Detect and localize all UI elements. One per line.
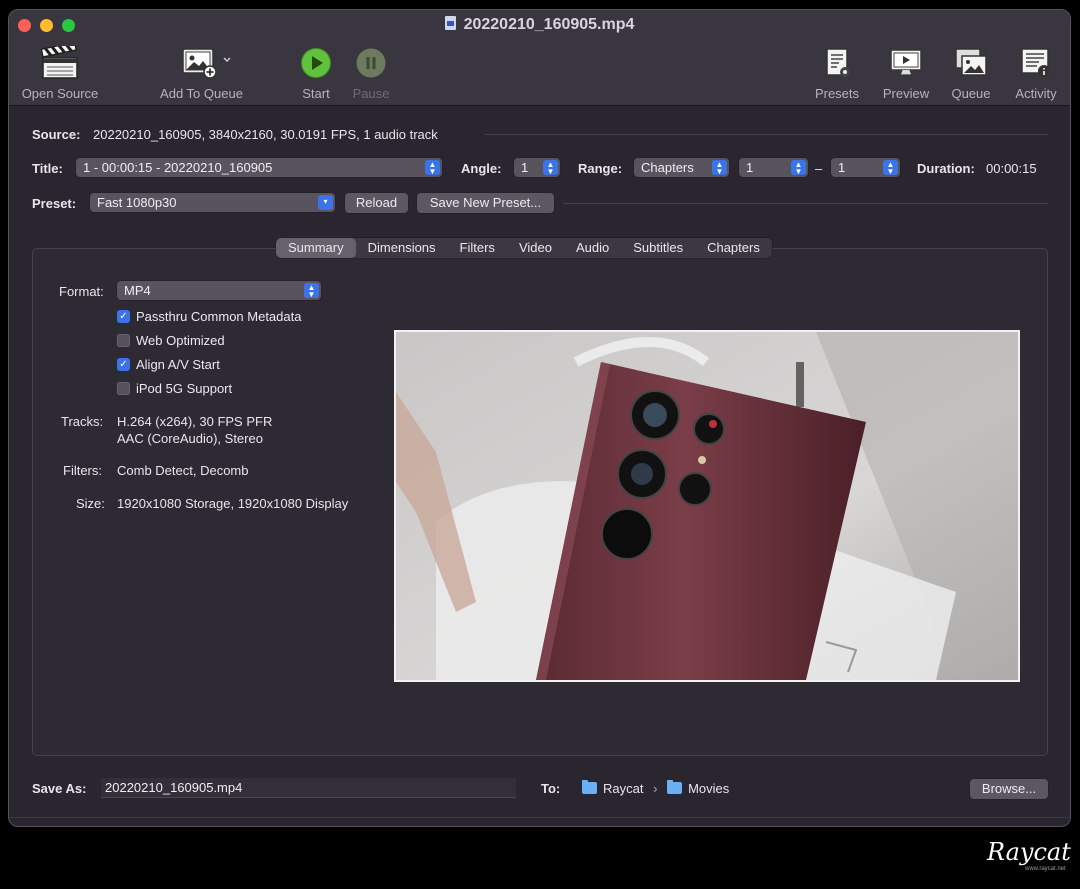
range-separator: – [815,161,823,176]
play-icon [291,46,341,80]
activity-log-icon [1009,46,1063,80]
size-label: Size: [76,496,105,511]
video-preview-image[interactable] [394,330,1020,682]
range-end-select[interactable]: 1 ▲ ▼ [831,158,900,177]
start-button[interactable]: Start [291,46,341,101]
stacked-photos-icon [945,46,997,80]
passthru-metadata-checkbox[interactable]: ✓ Passthru Common Metadata [117,309,301,324]
title-select[interactable]: 1 - 00:00:15 - 20220210_160905 ▲ ▼ [76,158,442,177]
preset-label: Preset: [32,196,77,211]
folder-icon [667,780,683,794]
folder-icon [582,780,597,794]
checkmark-icon: ✓ [117,358,130,371]
toolbar: 20220210_160905.mp4 Open Source Add To Q… [9,10,1070,106]
web-optimized-checkbox[interactable]: Web Optimized [117,333,225,348]
updown-arrows-icon: ▲ ▼ [791,160,806,176]
save-as-input[interactable]: 20220210_160905.mp4 [101,778,516,798]
destination-path[interactable]: Raycat › Movies [582,780,729,796]
monitor-icon [877,46,935,80]
format-select[interactable]: MP4 ▲ ▼ [117,281,321,300]
updown-arrows-icon: ▲ ▼ [304,283,319,299]
range-label: Range: [578,161,623,176]
updown-arrows-icon: ▲ ▼ [883,160,898,176]
queue-button[interactable]: Queue [945,46,997,101]
source-value: 20220210_160905, 3840x2160, 30.0191 FPS,… [93,127,438,142]
updown-arrows-icon: ▲ ▼ [543,160,558,176]
filters-label: Filters: [63,463,102,478]
range-type-select[interactable]: Chapters ▲ ▼ [634,158,729,177]
add-photo-icon [149,46,254,80]
tracks-label: Tracks: [61,414,104,429]
save-as-label: Save As: [32,781,87,796]
source-label: Source: [32,127,81,142]
angle-select[interactable]: 1 ▲ ▼ [514,158,560,177]
watermark-url: www.raycat.net [1025,866,1066,872]
path-chevron-icon: › [653,781,658,796]
reload-button[interactable]: Reload [345,193,408,213]
duration-label: Duration: [917,161,975,176]
angle-label: Angle: [461,161,502,176]
tab-summary[interactable]: Summary [276,238,356,258]
presets-icon [809,46,865,80]
chevron-down-icon: ▾ [318,195,333,210]
title-label: Title: [32,161,63,176]
main-content: Source: 20220210_160905, 3840x2160, 30.0… [9,107,1070,826]
format-label: Format: [59,284,104,299]
tab-dimensions[interactable]: Dimensions [356,238,448,258]
size-value: 1920x1080 Storage, 1920x1080 Display [117,496,349,511]
preview-button[interactable]: Preview [877,46,935,101]
clapperboard-icon [17,46,103,80]
video-file-icon [444,16,456,30]
pause-button[interactable]: Pause [346,46,396,101]
tab-filters[interactable]: Filters [448,238,507,258]
add-to-queue-button[interactable]: Add To Queue [149,46,254,101]
checkmark-icon: ✓ [117,310,130,323]
watermark-logo: Raycat [987,838,1071,866]
browse-button[interactable]: Browse... [970,779,1048,799]
preset-select[interactable]: Fast 1080p30 ▾ [90,193,335,212]
checkbox-empty-icon [117,334,130,347]
align-av-start-checkbox[interactable]: ✓ Align A/V Start [117,357,220,372]
ipod-5g-support-checkbox[interactable]: iPod 5G Support [117,381,232,396]
presets-button[interactable]: Presets [809,46,865,101]
tracks-video: H.264 (x264), 30 FPS PFR [117,414,273,429]
preset-divider [563,203,1048,204]
updown-arrows-icon: ▲ ▼ [712,160,727,176]
handbrake-window: 20220210_160905.mp4 Open Source Add To Q… [8,9,1071,827]
range-start-select[interactable]: 1 ▲ ▼ [739,158,808,177]
bottom-divider [9,817,1070,818]
tab-chapters[interactable]: Chapters [695,238,772,258]
window-title: 20220210_160905.mp4 [9,16,1070,34]
filters-value: Comb Detect, Decomb [117,463,249,478]
tab-video[interactable]: Video [507,238,564,258]
updown-arrows-icon: ▲ ▼ [425,160,440,176]
tracks-audio: AAC (CoreAudio), Stereo [117,431,263,446]
checkbox-empty-icon [117,382,130,395]
tab-audio[interactable]: Audio [564,238,621,258]
pause-icon [346,46,396,80]
tab-subtitles[interactable]: Subtitles [621,238,695,258]
tab-bar: Summary Dimensions Filters Video Audio S… [276,238,772,258]
destination-label: To: [541,781,561,796]
duration-value: 00:00:15 [986,161,1037,176]
save-new-preset-button[interactable]: Save New Preset... [417,193,554,213]
open-source-button[interactable]: Open Source [17,46,103,101]
source-divider [485,134,1048,135]
activity-button[interactable]: Activity [1009,46,1063,101]
